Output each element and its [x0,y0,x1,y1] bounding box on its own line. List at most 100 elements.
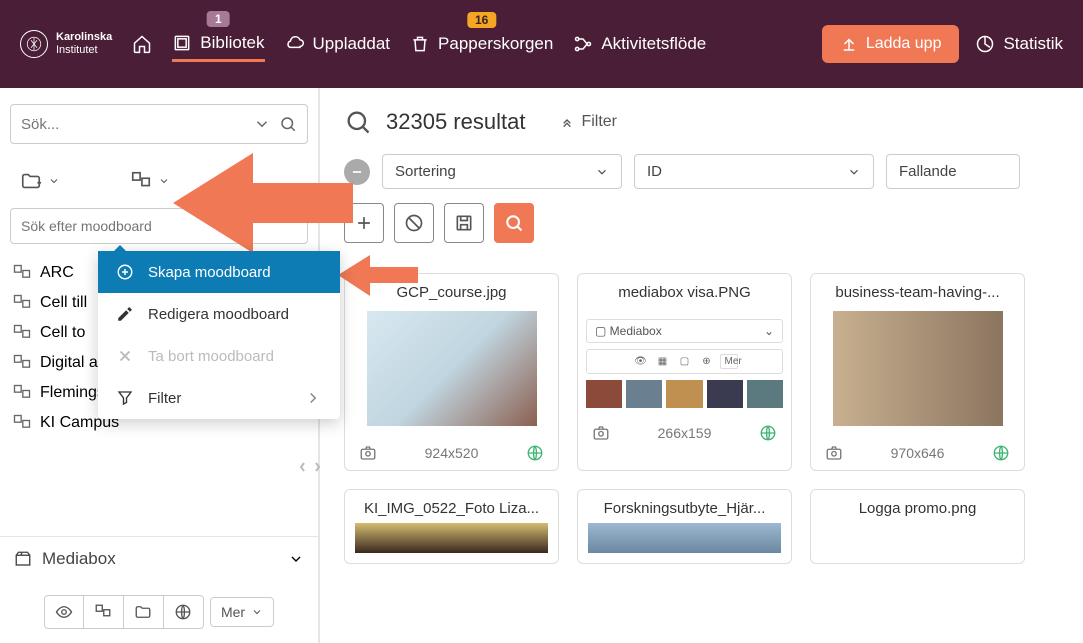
chevron-up-double-icon [559,114,575,130]
add-button[interactable] [344,203,384,243]
view-eye-button[interactable] [44,595,84,629]
dropdown-delete-moodboard: Ta bort moodboard [98,335,340,377]
asset-card[interactable]: GCP_course.jpg 924x520 [344,273,559,471]
asset-dimensions: 266x159 [658,425,712,441]
asset-card[interactable]: mediabox visa.PNG ▢ Mediabox⌄ 👁▦▢⊕Mer 26… [577,273,792,471]
asset-thumbnail [833,311,1003,426]
chevron-down-icon[interactable] [288,551,304,567]
camera-icon [592,424,610,442]
nav-uppladdat[interactable]: Uppladdat [285,28,391,60]
search-icon[interactable] [279,115,297,133]
folder-tool-button[interactable] [20,170,60,192]
asset-thumbnail [355,523,548,553]
search-box[interactable] [10,104,308,144]
filter-icon [116,389,134,407]
moodboard-icon [12,353,32,373]
moodboard-icon [12,323,32,343]
resize-handle[interactable] [300,460,320,479]
view-controls: Mer [0,581,318,643]
moodboard-icon [12,293,32,313]
asset-card[interactable]: KI_IMG_0522_Foto Liza... [344,489,559,564]
asset-card[interactable]: Logga promo.png [810,489,1025,564]
globe-icon [992,444,1010,462]
view-globe-button[interactable] [164,595,204,629]
asset-title: mediabox visa.PNG [578,274,791,311]
upload-label: Ladda upp [866,35,942,53]
nav-papperskorgen-label: Papperskorgen [438,34,553,54]
moodboard-icon [12,263,32,283]
camera-icon [359,444,377,462]
moodboard-icon [130,170,152,192]
nav-home[interactable] [132,28,152,60]
nav-uppladdat-label: Uppladdat [313,34,391,54]
brand-logo[interactable]: Karolinska Institutet [20,30,112,58]
nav-statistik[interactable]: Statistik [975,28,1063,60]
search-icon [344,108,372,136]
ki-emblem-icon [20,30,48,58]
chevron-right-icon [304,389,322,407]
nav-aktivitetsflode[interactable]: Aktivitetsflöde [573,28,706,60]
nav-aktivitetsflode-label: Aktivitetsflöde [601,34,706,54]
top-navigation: Karolinska Institutet 1 Bibliotek Upplad… [0,0,1083,88]
activity-icon [573,34,593,54]
library-icon [172,33,192,53]
save-icon [454,213,474,233]
folder-icon [134,603,152,621]
filter-toggle[interactable]: Filter [559,113,617,131]
nav-bibliotek[interactable]: 1 Bibliotek [172,27,264,62]
asset-dimensions: 970x646 [891,445,945,461]
order-select[interactable]: Fallande [886,154,1020,189]
view-folder-button[interactable] [124,595,164,629]
block-icon [404,213,424,233]
results-grid: GCP_course.jpg 924x520 mediabox visa.PNG… [344,273,1059,564]
moodboard-search-box[interactable] [10,208,308,244]
search-input[interactable] [21,116,245,133]
home-icon [132,34,152,54]
bibliotek-badge: 1 [207,11,230,27]
asset-title: Forskningsutbyte_Hjär... [604,500,766,517]
brand-text: Karolinska Institutet [56,31,112,57]
block-button[interactable] [394,203,434,243]
nav-papperskorgen[interactable]: 16 Papperskorgen [410,28,553,60]
id-select[interactable]: ID [634,154,874,189]
more-button[interactable]: Mer [210,597,274,627]
eye-icon [55,603,73,621]
moodboard-search-input[interactable] [21,218,297,234]
globe-icon [526,444,544,462]
moodboard-tool-button[interactable] [130,170,170,192]
mediabox-section[interactable]: Mediabox [0,536,318,581]
content-area: 32305 resultat Filter Sortering ID Falla… [320,88,1083,643]
view-grid-button[interactable] [84,595,124,629]
upload-icon [840,35,858,53]
trash-icon [410,34,430,54]
asset-title: KI_IMG_0522_Foto Liza... [364,500,539,517]
search-icon [504,213,524,233]
minus-icon [350,165,364,179]
globe-icon [759,424,777,442]
asset-thumbnail [588,523,781,553]
chevron-down-icon[interactable] [253,115,271,133]
asset-card[interactable]: Forskningsutbyte_Hjär... [577,489,792,564]
search-action-button[interactable] [494,203,534,243]
upload-button[interactable]: Ladda upp [822,25,960,63]
asset-thumbnail: ▢ Mediabox⌄ 👁▦▢⊕Mer [578,311,791,416]
stats-icon [975,34,995,54]
camera-icon [825,444,843,462]
asset-dimensions: 924x520 [425,445,479,461]
chevron-down-icon [847,165,861,179]
dropdown-edit-moodboard[interactable]: Redigera moodboard [98,293,340,335]
folder-plus-icon [20,170,42,192]
grid-icon [94,603,112,621]
sort-select[interactable]: Sortering [382,154,622,189]
save-button[interactable] [444,203,484,243]
cloud-icon [285,34,305,54]
asset-title: Logga promo.png [859,500,977,517]
dropdown-filter[interactable]: Filter [98,377,340,419]
asset-card[interactable]: business-team-having-... 970x646 [810,273,1025,471]
moodboard-icon [12,383,32,403]
remove-filter-button[interactable] [344,159,370,185]
box-icon [14,550,32,568]
plus-circle-icon [116,263,134,281]
close-icon [116,347,134,365]
dropdown-create-moodboard[interactable]: Skapa moodboard [98,251,340,293]
